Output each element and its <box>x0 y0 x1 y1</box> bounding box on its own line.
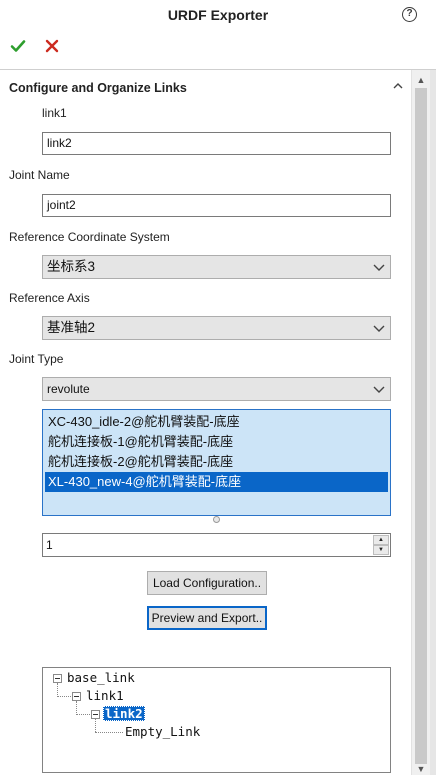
reference-coordinate-value: 坐标系3 <box>47 259 96 274</box>
components-listbox[interactable]: XC-430_idle-2@舵机臂装配-底座 舵机连接板-1@舵机臂装配-底座 … <box>42 409 391 516</box>
chevron-down-icon <box>373 264 385 271</box>
list-item[interactable]: XC-430_idle-2@舵机臂装配-底座 <box>45 412 388 432</box>
collapse-toggle-icon[interactable] <box>53 674 62 683</box>
child-count-value: 1 <box>46 538 53 552</box>
header-divider <box>0 69 436 70</box>
decrement-icon[interactable]: ▼ <box>373 545 389 555</box>
link-name-field[interactable]: link2 <box>42 132 391 155</box>
listbox-resize-handle[interactable] <box>213 516 220 523</box>
preview-export-button[interactable]: Preview and Export.. <box>147 606 267 630</box>
tree-connector <box>76 714 90 715</box>
tree-node-label: base_link <box>67 670 135 685</box>
window-title: URDF Exporter <box>167 7 269 23</box>
joint-type-label: Joint Type <box>9 352 64 366</box>
collapse-toggle-icon[interactable] <box>72 692 81 701</box>
tree-node-link1[interactable]: link1 <box>86 687 124 704</box>
joint-name-label: Joint Name <box>9 168 70 182</box>
help-icon[interactable]: ? <box>402 7 417 22</box>
tree-node-empty-link[interactable]: Empty_Link <box>125 723 200 740</box>
scrollbar-thumb[interactable] <box>415 88 427 764</box>
joint-type-value: revolute <box>47 382 90 396</box>
tree-node-link2[interactable]: link2 <box>103 705 145 722</box>
list-item[interactable]: 舵机连接板-2@舵机臂装配-底座 <box>45 452 388 472</box>
chevron-down-icon <box>373 386 385 393</box>
tree-node-base-link[interactable]: base_link <box>67 669 135 686</box>
link-tree[interactable]: base_link link1 link2 Empty_Link <box>42 667 391 773</box>
tree-connector <box>76 701 77 715</box>
scroll-up-icon[interactable]: ▲ <box>412 72 430 88</box>
reference-axis-dropdown[interactable]: 基准轴2 <box>42 316 391 340</box>
chevron-down-icon <box>373 325 385 332</box>
tree-node-label: Empty_Link <box>125 724 201 739</box>
checkmark-icon[interactable] <box>10 38 26 54</box>
tree-connector <box>57 683 58 697</box>
tree-connector <box>95 732 123 733</box>
load-configuration-button[interactable]: Load Configuration.. <box>147 571 267 595</box>
collapse-toggle-icon[interactable] <box>91 710 100 719</box>
joint-type-dropdown[interactable]: revolute <box>42 377 391 401</box>
tree-connector <box>57 696 71 697</box>
increment-icon[interactable]: ▲ <box>373 535 389 545</box>
tree-node-label: link1 <box>86 688 124 703</box>
vertical-scrollbar[interactable]: ▲ ▼ <box>411 70 430 775</box>
reference-axis-value: 基准轴2 <box>47 320 96 335</box>
list-item-selected[interactable]: XL-430_new-4@舵机臂装配-底座 <box>45 472 388 492</box>
reference-axis-label: Reference Axis <box>9 291 90 305</box>
child-count-stepper[interactable]: 1 ▲ ▼ <box>42 533 391 557</box>
list-item[interactable]: 舵机连接板-1@舵机臂装配-底座 <box>45 432 388 452</box>
close-icon[interactable] <box>44 38 60 54</box>
section-title: Configure and Organize Links <box>9 81 187 95</box>
panel-edge <box>430 70 436 775</box>
joint-name-field[interactable]: joint2 <box>42 194 391 217</box>
tree-node-label-selected: link2 <box>103 706 145 721</box>
parent-link-label: link1 <box>42 106 67 120</box>
title-bar: URDF Exporter ? <box>0 0 436 32</box>
reference-coordinate-label: Reference Coordinate System <box>9 230 170 244</box>
scroll-down-icon[interactable]: ▼ <box>412 764 430 775</box>
tree-connector <box>95 719 96 732</box>
reference-coordinate-dropdown[interactable]: 坐标系3 <box>42 255 391 279</box>
chevron-up-icon[interactable] <box>391 80 405 94</box>
